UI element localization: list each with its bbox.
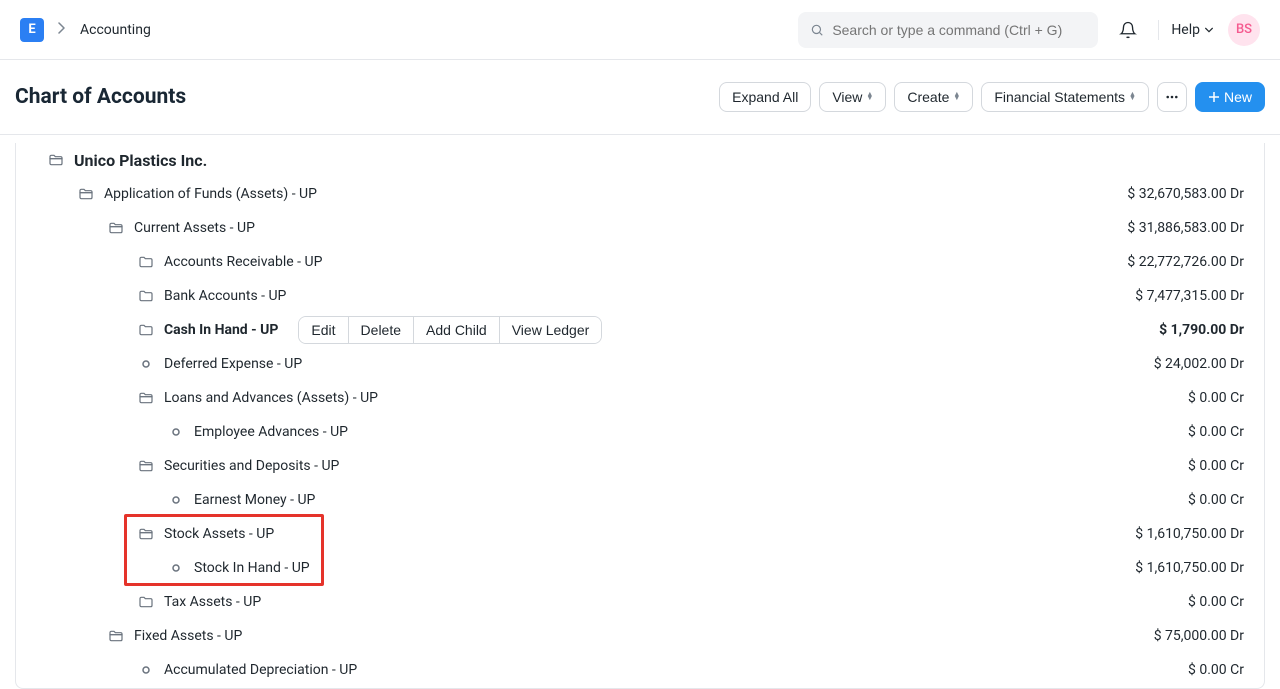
balance-amount: $ 0.00 Cr: [1188, 594, 1248, 610]
account-label[interactable]: Fixed Assets - UP: [134, 628, 242, 644]
folder-open-icon: [138, 458, 154, 474]
account-label[interactable]: Bank Accounts - UP: [164, 288, 286, 304]
delete-button[interactable]: Delete: [348, 317, 413, 343]
account-label[interactable]: Current Assets - UP: [134, 220, 255, 236]
sort-icon: ▲▼: [866, 93, 873, 101]
divider: [1158, 20, 1159, 40]
tree-row[interactable]: Loans and Advances (Assets) - UP $ 0.00 C…: [16, 381, 1264, 415]
tree-row[interactable]: Cash In Hand - UP EditDeleteAdd ChildView…: [16, 313, 1264, 347]
search-input[interactable]: [832, 22, 1086, 38]
tree-row[interactable]: Deferred Expense - UP $ 24,002.00 Dr: [16, 347, 1264, 381]
financial-statements-label: Financial Statements: [994, 89, 1125, 105]
ellipsis-icon: [1166, 95, 1178, 99]
help-button[interactable]: Help: [1171, 22, 1214, 38]
tree-row[interactable]: Bank Accounts - UP $ 7,477,315.00 Dr: [16, 279, 1264, 313]
avatar[interactable]: BS: [1228, 14, 1260, 46]
folder-icon: [138, 254, 154, 270]
leaf-icon: [138, 662, 154, 678]
folder-open-icon: [138, 390, 154, 406]
breadcrumb[interactable]: Accounting: [80, 22, 151, 38]
tree-row[interactable]: Unico Plastics Inc.: [16, 143, 1264, 177]
tree-row[interactable]: Employee Advances - UP $ 0.00 Cr: [16, 415, 1264, 449]
account-label[interactable]: Stock Assets - UP: [164, 526, 274, 542]
tree-row[interactable]: Fixed Assets - UP $ 75,000.00 Dr: [16, 619, 1264, 653]
folder-open-icon: [48, 152, 64, 168]
create-button[interactable]: Create ▲▼: [894, 82, 973, 112]
tree-row[interactable]: Stock In Hand - UP $ 1,610,750.00 Dr: [16, 551, 1264, 585]
view-label: View: [832, 89, 862, 105]
tree-row[interactable]: Stock Assets - UP $ 1,610,750.00 Dr: [16, 517, 1264, 551]
account-label[interactable]: Unico Plastics Inc.: [74, 151, 207, 170]
folder-open-icon: [108, 220, 124, 236]
balance-amount: $ 22,772,726.00 Dr: [1127, 254, 1248, 270]
account-label[interactable]: Cash In Hand - UP: [164, 322, 278, 338]
page-title: Chart of Accounts: [15, 85, 186, 109]
sort-icon: ▲▼: [1129, 93, 1136, 101]
folder-open-icon: [138, 526, 154, 542]
balance-amount: $ 0.00 Cr: [1188, 662, 1248, 678]
edit-button[interactable]: Edit: [299, 317, 347, 343]
balance-amount: $ 0.00 Cr: [1188, 390, 1248, 406]
balance-amount: $ 7,477,315.00 Dr: [1135, 288, 1248, 304]
tree-row[interactable]: Application of Funds (Assets) - UP $ 32,6…: [16, 177, 1264, 211]
more-button[interactable]: [1157, 82, 1187, 112]
financial-statements-button[interactable]: Financial Statements ▲▼: [981, 82, 1149, 112]
view-ledger-button[interactable]: View Ledger: [499, 317, 602, 343]
sort-icon: ▲▼: [953, 93, 960, 101]
chevron-right-icon: [58, 22, 66, 37]
create-label: Create: [907, 89, 949, 105]
add-child-button[interactable]: Add Child: [413, 317, 499, 343]
account-label[interactable]: Stock In Hand - UP: [194, 560, 310, 576]
app-logo[interactable]: E: [20, 18, 44, 42]
account-label[interactable]: Loans and Advances (Assets) - UP: [164, 390, 378, 406]
row-actions: EditDeleteAdd ChildView Ledger: [298, 316, 602, 344]
balance-amount: $ 1,790.00 Dr: [1159, 322, 1248, 338]
account-label[interactable]: Tax Assets - UP: [164, 594, 261, 610]
folder-icon: [138, 322, 154, 338]
balance-amount: $ 0.00 Cr: [1188, 492, 1248, 508]
leaf-icon: [138, 356, 154, 372]
account-label[interactable]: Accumulated Depreciation - UP: [164, 662, 357, 678]
new-button[interactable]: New: [1195, 82, 1265, 112]
balance-amount: $ 24,002.00 Dr: [1154, 356, 1248, 372]
folder-open-icon: [78, 186, 94, 202]
account-label[interactable]: Employee Advances - UP: [194, 424, 348, 440]
global-search[interactable]: [798, 12, 1098, 48]
tree-row[interactable]: Accounts Receivable - UP $ 22,772,726.00 …: [16, 245, 1264, 279]
chevron-down-icon: [1204, 25, 1214, 35]
balance-amount: $ 1,610,750.00 Dr: [1135, 526, 1248, 542]
tree-row[interactable]: Current Assets - UP $ 31,886,583.00 Dr: [16, 211, 1264, 245]
bell-icon: [1119, 21, 1137, 39]
tree-row[interactable]: Securities and Deposits - UP $ 0.00 Cr: [16, 449, 1264, 483]
balance-amount: $ 32,670,583.00 Dr: [1127, 186, 1248, 202]
notifications-button[interactable]: [1110, 12, 1146, 48]
leaf-icon: [168, 492, 184, 508]
tree-row[interactable]: Tax Assets - UP $ 0.00 Cr: [16, 585, 1264, 619]
tree-row[interactable]: Accumulated Depreciation - UP $ 0.00 Cr: [16, 653, 1264, 687]
plus-icon: [1208, 91, 1220, 103]
help-label: Help: [1171, 22, 1200, 38]
search-icon: [810, 23, 824, 37]
balance-amount: $ 75,000.00 Dr: [1154, 628, 1248, 644]
account-label[interactable]: Accounts Receivable - UP: [164, 254, 322, 270]
leaf-icon: [168, 560, 184, 576]
balance-amount: $ 0.00 Cr: [1188, 458, 1248, 474]
folder-icon: [138, 594, 154, 610]
balance-amount: $ 0.00 Cr: [1188, 424, 1248, 440]
expand-all-button[interactable]: Expand All: [719, 82, 811, 112]
account-label[interactable]: Deferred Expense - UP: [164, 356, 302, 372]
balance-amount: $ 31,886,583.00 Dr: [1127, 220, 1248, 236]
account-label[interactable]: Earnest Money - UP: [194, 492, 315, 508]
folder-open-icon: [108, 628, 124, 644]
leaf-icon: [168, 424, 184, 440]
view-button[interactable]: View ▲▼: [819, 82, 886, 112]
folder-icon: [138, 288, 154, 304]
account-label[interactable]: Application of Funds (Assets) - UP: [104, 186, 317, 202]
balance-amount: $ 1,610,750.00 Dr: [1135, 560, 1248, 576]
account-label[interactable]: Securities and Deposits - UP: [164, 458, 339, 474]
tree-row[interactable]: Earnest Money - UP $ 0.00 Cr: [16, 483, 1264, 517]
new-label: New: [1224, 89, 1252, 105]
